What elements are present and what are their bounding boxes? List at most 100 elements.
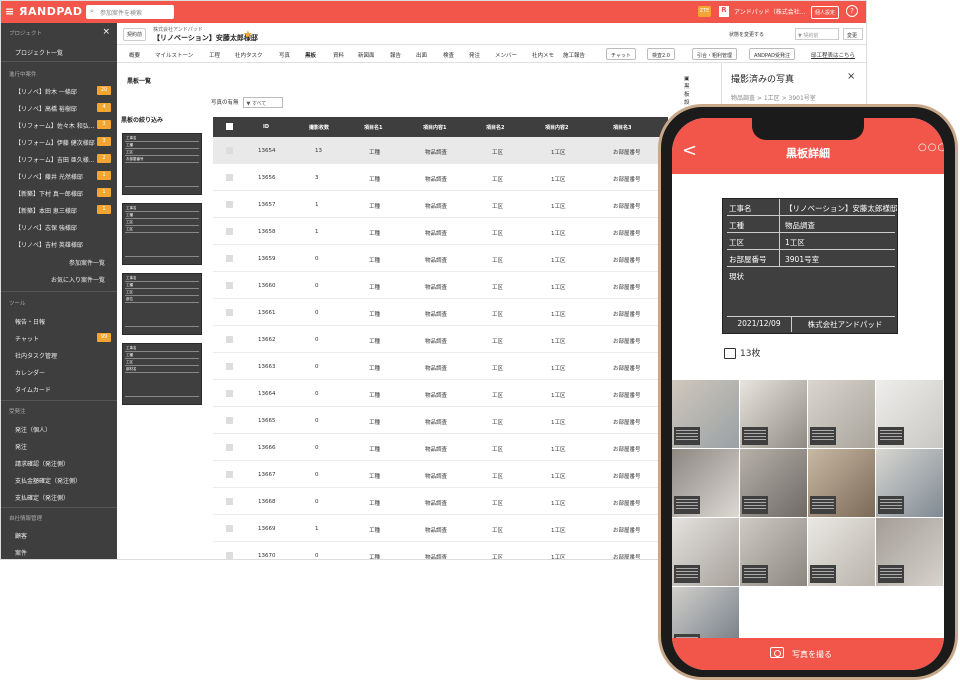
sidebar-company-item[interactable]: 顧客 <box>15 531 27 540</box>
row-checkbox[interactable] <box>226 525 233 532</box>
tab-item[interactable]: 社内タスク <box>235 51 263 59</box>
status-select[interactable]: ▼ 契約前 <box>795 28 839 40</box>
sidebar-item-project-list[interactable]: プロジェクト一覧 <box>15 48 63 57</box>
photo-thumbnail[interactable] <box>672 380 739 448</box>
filter-board[interactable]: 工事名 工種 工区 部位 <box>122 273 202 335</box>
column-header[interactable]: 項目名3 <box>613 124 631 131</box>
photo-thumbnail[interactable] <box>876 518 943 586</box>
sidebar-project-item[interactable]: 【リノベ】鈴木 一條邸 <box>15 87 77 96</box>
row-checkbox[interactable] <box>226 174 233 181</box>
column-header[interactable]: ID <box>263 124 269 130</box>
sidebar-tool-item[interactable]: タイムカード <box>15 385 51 394</box>
sidebar-project-item[interactable]: 【リノベ】志保 強様邸 <box>15 223 77 232</box>
sidebar-project-item[interactable]: 【リフォーム】吉田 亜久様… <box>15 155 95 164</box>
row-checkbox[interactable] <box>226 417 233 424</box>
row-checkbox[interactable] <box>226 444 233 451</box>
row-checkbox[interactable] <box>226 255 233 262</box>
table-row[interactable]: 13657 1 工種 物品調査 工区 1工区 お部屋番号 <box>213 191 668 218</box>
sidebar-tool-item[interactable]: チャット <box>15 334 39 343</box>
table-row[interactable]: 13662 0 工種 物品調査 工区 1工区 お部屋番号 <box>213 326 668 353</box>
row-checkbox[interactable] <box>226 309 233 316</box>
andpad-logo[interactable]: ≡ ЯANDPAD <box>5 5 83 18</box>
sidebar-project-item[interactable]: 【新築】本田 恵三様邸 <box>15 206 77 215</box>
company-menu[interactable]: アンドパッド（株式会社… <box>734 7 806 16</box>
photo-thumbnail[interactable] <box>808 449 875 517</box>
table-row[interactable]: 13670 0 工種 物品調査 工区 1工区 お部屋番号 <box>213 542 668 559</box>
tab-button[interactable]: チャット <box>606 48 636 60</box>
table-row[interactable]: 13667 0 工種 物品調査 工区 1工区 お部屋番号 <box>213 461 668 488</box>
filter-board[interactable]: 工事名 工種 工区 部材名 <box>122 343 202 405</box>
tab-button[interactable]: 検査2.0 <box>647 48 675 60</box>
column-header[interactable]: 項目内容1 <box>423 124 446 131</box>
photo-thumbnail[interactable] <box>876 380 943 448</box>
select-all-checkbox[interactable] <box>226 123 233 130</box>
table-row[interactable]: 13661 0 工種 物品調査 工区 1工区 お部屋番号 <box>213 299 668 326</box>
table-row[interactable]: 13668 0 工種 物品調査 工区 1工区 お部屋番号 <box>213 488 668 515</box>
column-header[interactable]: 撮影枚数 <box>309 124 329 131</box>
row-checkbox[interactable] <box>226 282 233 289</box>
close-icon[interactable]: × <box>847 71 855 82</box>
table-row[interactable]: 13660 0 工種 物品調査 工区 1工区 お部屋番号 <box>213 272 668 299</box>
tab-item[interactable]: 新図面 <box>358 51 375 59</box>
row-checkbox[interactable] <box>226 228 233 235</box>
tab-item[interactable]: マイルストーン <box>155 51 193 59</box>
close-icon[interactable]: × <box>102 27 110 37</box>
help-icon[interactable]: ? <box>846 5 858 17</box>
row-checkbox[interactable] <box>226 552 233 559</box>
table-row[interactable]: 13665 0 工種 物品調査 工区 1工区 お部屋番号 <box>213 407 668 434</box>
row-checkbox[interactable] <box>226 498 233 505</box>
row-checkbox[interactable] <box>226 336 233 343</box>
table-row[interactable]: 13666 0 工種 物品調査 工区 1工区 お部屋番号 <box>213 434 668 461</box>
sidebar-order-item[interactable]: 支払確定（発注側） <box>15 493 69 502</box>
tab-item[interactable]: 資料 <box>333 51 344 59</box>
tab-item[interactable]: 出面 <box>416 51 427 59</box>
photo-thumbnail[interactable] <box>672 449 739 517</box>
change-button[interactable]: 変更 <box>843 28 863 40</box>
photo-thumbnail[interactable] <box>808 518 875 586</box>
table-row[interactable]: 13659 0 工種 物品調査 工区 1工区 お部屋番号 <box>213 245 668 272</box>
table-row[interactable]: 13663 0 工種 物品調査 工区 1工区 お部屋番号 <box>213 353 668 380</box>
photo-thumbnail[interactable] <box>876 449 943 517</box>
sidebar-project-item[interactable]: 【新築】下村 真一郎様邸 <box>15 189 83 198</box>
sidebar-project-item[interactable]: 【リフォーム】伊藤 健次様邸 <box>15 138 95 147</box>
sidebar-project-item[interactable]: 【リノベ】高橋 裕樹邸 <box>15 104 77 113</box>
search-input[interactable]: ⌕ 参加案件を検索 <box>86 5 174 19</box>
sidebar-company-item[interactable]: 案件 <box>15 548 27 557</box>
row-checkbox[interactable] <box>226 471 233 478</box>
table-row[interactable]: 13669 1 工種 物品調査 工区 1工区 お部屋番号 <box>213 515 668 542</box>
tab-item[interactable]: 検査 <box>443 51 454 59</box>
tab-item[interactable]: 社内メモ <box>532 51 554 59</box>
table-row[interactable]: 13654 13 工種 物品調査 工区 1工区 お部屋番号 <box>213 137 668 164</box>
row-checkbox[interactable] <box>226 363 233 370</box>
filter-board[interactable]: 工事名 工種 工区 お部屋番号 <box>122 133 202 195</box>
star-icon[interactable]: ★ <box>243 28 253 41</box>
tab-item[interactable]: 黒板 <box>305 51 316 59</box>
tab-item[interactable]: 概要 <box>129 51 140 59</box>
tab-item[interactable]: 発注 <box>469 51 480 59</box>
sidebar-project-item[interactable]: 【リフォーム】佐々木 和弘… <box>15 121 95 130</box>
sidebar-order-item[interactable]: 支払金額確定（発注側） <box>15 476 81 485</box>
contract-button[interactable]: 契約前 <box>123 28 147 41</box>
take-photo-button[interactable]: 写真を撮る <box>672 638 944 670</box>
tab-item[interactable]: 施工報告 <box>563 51 585 59</box>
column-header[interactable]: 項目名1 <box>364 124 382 131</box>
more-icon[interactable]: ○○○ <box>918 142 944 153</box>
personal-settings-button[interactable]: 個人設定 <box>811 6 840 19</box>
column-header[interactable]: 項目名2 <box>486 124 504 131</box>
sidebar-project-item[interactable]: 【リノベ】吉村 英雄様邸 <box>15 240 83 249</box>
table-row[interactable]: 13664 0 工種 物品調査 工区 1工区 お部屋番号 <box>213 380 668 407</box>
row-checkbox[interactable] <box>226 390 233 397</box>
sidebar-project-item[interactable]: 【リノベ】藤井 光然様邸 <box>15 172 83 181</box>
tab-button[interactable]: ANDPAD受発注 <box>749 48 795 60</box>
photo-thumbnail[interactable] <box>740 518 807 586</box>
sidebar-order-item[interactable]: 発注 <box>15 442 27 451</box>
sidebar-item-favorites[interactable]: お気に入り案件一覧 <box>51 275 105 284</box>
tab-item[interactable]: 報告 <box>390 51 401 59</box>
tab-item[interactable]: 工程 <box>209 51 220 59</box>
table-row[interactable]: 13658 1 工種 物品調査 工区 1工区 お部屋番号 <box>213 218 668 245</box>
photo-filter-select[interactable]: ▼ すべて <box>242 97 283 108</box>
photo-thumbnail[interactable] <box>808 380 875 448</box>
photo-thumbnail[interactable] <box>672 518 739 586</box>
sidebar-tool-item[interactable]: 社内タスク管理 <box>15 351 57 360</box>
column-header[interactable]: 項目内容2 <box>545 124 568 131</box>
